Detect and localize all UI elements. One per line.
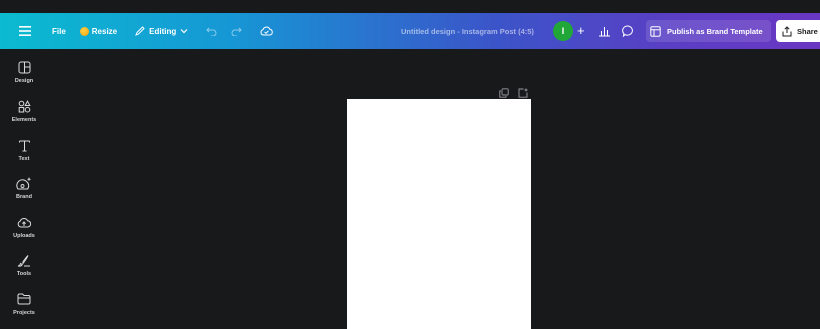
template-icon bbox=[650, 25, 661, 37]
document-title-text: Untitled design - Instagram Post (4:5) bbox=[401, 26, 534, 36]
sidebar-item-uploads[interactable]: Uploads bbox=[0, 214, 48, 248]
editing-label: Editing bbox=[149, 26, 177, 36]
comments-button[interactable] bbox=[622, 24, 634, 42]
resize-crown-icon bbox=[79, 26, 89, 36]
comment-icon bbox=[622, 25, 633, 38]
share-button[interactable]: Share bbox=[776, 20, 820, 42]
main-menu-button[interactable] bbox=[18, 24, 32, 38]
sidebar-item-brand[interactable]: Brand bbox=[0, 175, 48, 209]
sidebar-item-label: Design bbox=[14, 78, 34, 84]
cloud-check-icon bbox=[260, 26, 274, 36]
share-label: Share bbox=[797, 26, 818, 36]
elements-icon bbox=[18, 98, 31, 114]
chevron-down-icon bbox=[180, 29, 188, 34]
sidebar-item-label: Tools bbox=[16, 271, 32, 277]
undo-icon bbox=[206, 27, 217, 36]
tools-icon bbox=[17, 252, 31, 268]
sidebar-item-text[interactable]: Text bbox=[0, 137, 48, 171]
document-title[interactable]: Untitled design - Instagram Post (4:5) bbox=[401, 13, 534, 49]
publish-label: Publish as Brand Template bbox=[667, 26, 763, 36]
editing-mode-dropdown[interactable]: Editing bbox=[135, 13, 188, 49]
add-page-icon bbox=[518, 88, 528, 98]
projects-icon bbox=[17, 291, 31, 307]
sidebar-item-label: Projects bbox=[13, 310, 35, 316]
editor-app: File Resize Editing Untitled design - In… bbox=[0, 0, 820, 329]
insights-button[interactable] bbox=[598, 24, 611, 42]
left-sidebar: Design Elements Text Brand Uploads Tools… bbox=[0, 49, 48, 329]
file-menu-button[interactable]: File bbox=[52, 13, 66, 49]
resize-label: Resize bbox=[91, 26, 118, 36]
plus-icon: + bbox=[577, 23, 585, 38]
brand-icon bbox=[16, 175, 32, 191]
top-toolbar: File Resize Editing Untitled design - In… bbox=[0, 13, 820, 49]
sidebar-item-label: Uploads bbox=[13, 233, 35, 239]
sidebar-item-label: Elements bbox=[11, 117, 37, 123]
sidebar-item-design[interactable]: Design bbox=[0, 59, 48, 93]
design-page-canvas[interactable] bbox=[347, 99, 531, 329]
pencil-icon bbox=[135, 26, 145, 36]
publish-brand-template-button[interactable]: Publish as Brand Template bbox=[646, 20, 771, 42]
sidebar-item-projects[interactable]: Projects bbox=[0, 291, 48, 325]
sidebar-item-tools[interactable]: Tools bbox=[0, 252, 48, 286]
save-status-button[interactable] bbox=[260, 13, 274, 49]
share-icon bbox=[782, 25, 792, 37]
undo-button[interactable] bbox=[206, 13, 217, 49]
sidebar-item-label: Text bbox=[18, 156, 30, 162]
design-icon bbox=[18, 59, 31, 75]
avatar-initial: I bbox=[561, 26, 565, 36]
sidebar-item-label: Brand bbox=[16, 194, 32, 200]
sidebar-item-elements[interactable]: Elements bbox=[0, 98, 48, 132]
file-menu-label: File bbox=[52, 26, 66, 36]
hamburger-menu-icon bbox=[19, 26, 31, 36]
redo-button[interactable] bbox=[231, 13, 242, 49]
user-avatar[interactable]: I bbox=[553, 21, 573, 41]
toolbar-left-group: File Resize Editing bbox=[0, 13, 274, 49]
uploads-icon bbox=[17, 214, 31, 230]
text-icon bbox=[18, 137, 31, 153]
invite-button[interactable]: + bbox=[577, 22, 585, 40]
resize-button[interactable]: Resize bbox=[79, 13, 118, 49]
redo-icon bbox=[231, 27, 242, 36]
duplicate-icon bbox=[499, 88, 509, 98]
bar-chart-icon bbox=[599, 27, 610, 37]
